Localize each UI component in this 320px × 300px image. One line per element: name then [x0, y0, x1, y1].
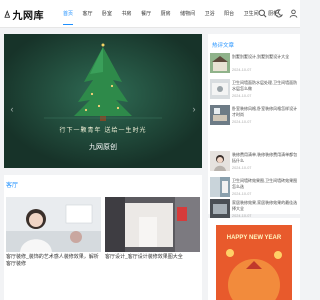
- hero-poem: 行下一颗青年 送给一生时光: [59, 127, 147, 134]
- sidebar-article-title[interactable]: 家居装修效果,家居装修效果的最佳选择大全: [232, 200, 298, 211]
- sidebar-thumbnail[interactable]: [210, 53, 230, 73]
- sidebar-article-date: 2024-10-07: [232, 192, 252, 196]
- sidebar-title: 热评文章: [212, 43, 235, 49]
- hero-prev-button[interactable]: ‹: [7, 102, 17, 116]
- article-title[interactable]: 客厅设计_客厅设计装修效果图大全: [105, 254, 200, 261]
- article-thumbnail[interactable]: [6, 197, 101, 252]
- sidebar-article-date: 2024-10-07: [232, 166, 252, 170]
- sidebar-article-title[interactable]: 卧室装修风格,卧室装修风格怎样设计才时尚: [232, 106, 298, 117]
- nav-item-toilet[interactable]: 卫生间: [244, 0, 259, 28]
- section-title[interactable]: 客厅: [6, 180, 18, 189]
- nav-item-study[interactable]: 书房: [122, 0, 132, 28]
- sidebar-thumbnail[interactable]: [210, 151, 230, 171]
- ad-image[interactable]: HAPPY NEW YEAR: [216, 225, 292, 300]
- sidebar-thumbnail[interactable]: [210, 199, 230, 219]
- site-logo[interactable]: 九网库: [4, 5, 44, 23]
- ad-banner[interactable]: HAPPY NEW YEAR: [208, 218, 300, 300]
- sidebar-article-title[interactable]: 装修费用清单,装修装修费用清单都包括什么: [232, 152, 298, 163]
- hot-articles-sidebar: 热评文章 别墅别墅设计,别墅别墅设计大全 2024-10-07 卫生间墙面防水层…: [208, 34, 300, 219]
- sidebar-article-date: 2024-10-07: [232, 120, 252, 124]
- sidebar-article-title[interactable]: 卫生间墙面防水层处理,卫生间墙面防水层怎么做: [232, 80, 298, 91]
- sidebar-article-date: 2024-10-07: [232, 94, 252, 98]
- site-name: 九网库: [12, 10, 44, 22]
- hero-caption: 九网原创: [89, 144, 117, 151]
- nav-item-bedroom[interactable]: 卧室: [102, 0, 112, 28]
- logo-icon: [4, 10, 11, 18]
- dark-mode-icon[interactable]: [274, 9, 283, 18]
- nav-item-living-room[interactable]: 客厅: [83, 0, 93, 28]
- article-thumbnail[interactable]: [105, 197, 200, 252]
- sidebar-article[interactable]: 卫生间墙砖效果图,卫生间墙砖效果图怎么选 2024-10-07: [210, 177, 298, 199]
- sidebar-article[interactable]: 卫生间墙面防水层处理,卫生间墙面防水层怎么做 2024-10-07: [210, 79, 298, 101]
- sidebar-article-date: 2024-10-07: [232, 68, 252, 72]
- nav-item-balcony[interactable]: 阳台: [224, 0, 234, 28]
- nav-item-bath[interactable]: 卫浴: [205, 0, 215, 28]
- category-section: 客厅 客厅装修_装饰的艺术感人装修效果，解析客厅装修 客厅设计_客厅设计装修效果…: [4, 175, 202, 300]
- user-icon[interactable]: [289, 9, 298, 18]
- ad-text: HAPPY NEW YEAR: [226, 235, 282, 241]
- sidebar-article[interactable]: 别墅别墅设计,别墅别墅设计大全 2024-10-07: [210, 53, 298, 75]
- nav-item-home[interactable]: 首页: [63, 0, 73, 28]
- nav-item-dining[interactable]: 餐厅: [141, 0, 151, 28]
- nav-item-kitchen[interactable]: 厨房: [161, 0, 171, 28]
- sidebar-article-title[interactable]: 卫生间墙砖效果图,卫生间墙砖效果图怎么选: [232, 178, 298, 189]
- hero-banner[interactable]: 推荐 行下一颗青年 送给一生时光 九网原创 ‹ ›: [4, 34, 202, 168]
- nav-item-storage[interactable]: 储物间: [180, 0, 195, 28]
- sidebar-article-title[interactable]: 别墅别墅设计,别墅别墅设计大全: [232, 54, 298, 60]
- sidebar-thumbnail[interactable]: [210, 105, 230, 125]
- top-navbar: 九网库 首页 客厅 卧室 书房 餐厅 厨房 储物间 卫浴 阳台 卫生间 厨柜: [0, 0, 300, 28]
- search-icon[interactable]: [258, 9, 267, 18]
- sidebar-article[interactable]: 装修费用清单,装修装修费用清单都包括什么 2024-10-07: [210, 151, 298, 173]
- hero-next-button[interactable]: ›: [189, 102, 199, 116]
- main-nav: 首页 客厅 卧室 书房 餐厅 厨房 储物间 卫浴 阳台 卫生间 厨柜: [63, 0, 288, 28]
- article-title[interactable]: 客厅装修_装饰的艺术感人装修效果，解析客厅装修: [6, 254, 101, 268]
- sidebar-thumbnail[interactable]: [210, 177, 230, 197]
- sidebar-thumbnail[interactable]: [210, 79, 230, 99]
- sidebar-article[interactable]: 卧室装修风格,卧室装修风格怎样设计才时尚 2024-10-07: [210, 105, 298, 127]
